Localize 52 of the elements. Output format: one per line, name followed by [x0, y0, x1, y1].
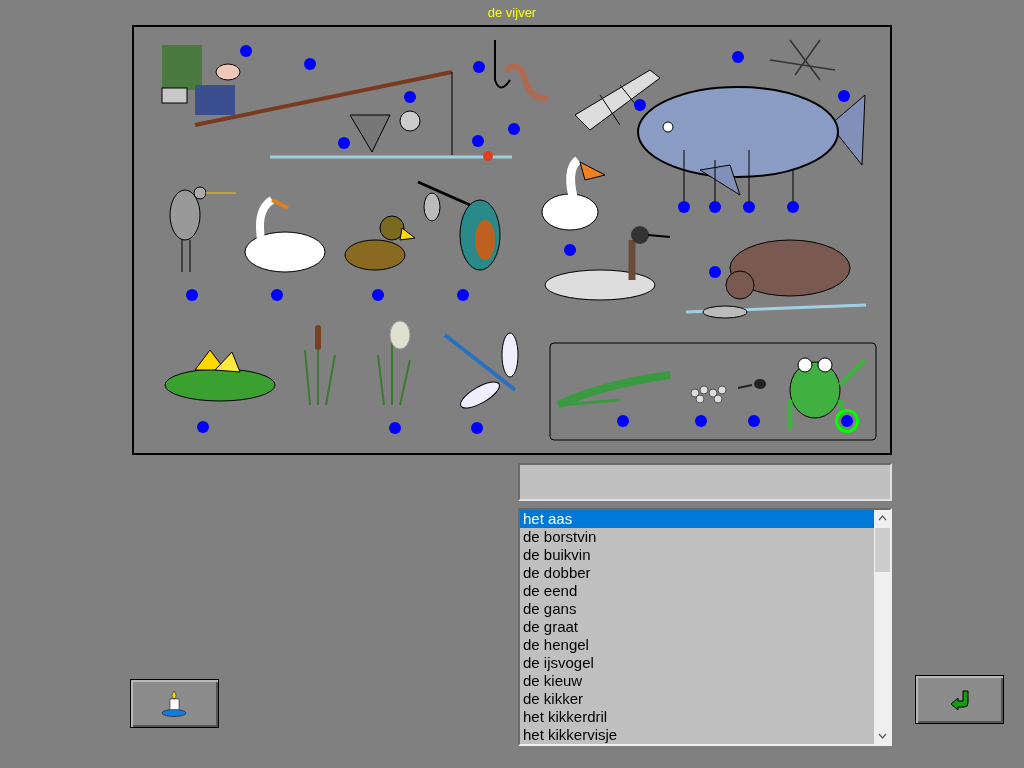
marker-dot[interactable]	[389, 422, 401, 434]
marker-dot[interactable]	[372, 289, 384, 301]
marker-dot[interactable]	[186, 289, 198, 301]
frog-spawn-drawing	[690, 385, 727, 404]
marker-dot[interactable]	[338, 137, 350, 149]
marker-dot[interactable]	[240, 45, 252, 57]
word-list-item[interactable]: de borstvin	[520, 528, 874, 546]
word-list-item[interactable]: de buikvin	[520, 546, 874, 564]
word-list-item[interactable]: de graat	[520, 618, 874, 636]
word-list-item[interactable]: het kikkervisje	[520, 726, 874, 744]
marker-dot[interactable]	[709, 266, 721, 278]
word-list-item[interactable]: de ijsvogel	[520, 654, 874, 672]
marker-dot[interactable]	[634, 99, 646, 111]
water-strider-drawing	[769, 39, 836, 81]
word-list-item[interactable]: het aas	[520, 510, 874, 528]
marker-dot[interactable]	[404, 91, 416, 103]
answer-field[interactable]	[518, 463, 892, 501]
marker-dot[interactable]	[787, 201, 799, 213]
scrollbar[interactable]	[874, 510, 890, 744]
enter-button[interactable]	[915, 675, 1004, 724]
marker-dot[interactable]	[709, 201, 721, 213]
word-list-item[interactable]: de gans	[520, 600, 874, 618]
marker-dot[interactable]	[732, 51, 744, 63]
word-list-item[interactable]: de kikker	[520, 690, 874, 708]
marker-dot[interactable]	[564, 244, 576, 256]
word-list-item[interactable]: de dobber	[520, 564, 874, 582]
marker-dot[interactable]	[473, 61, 485, 73]
marker-dot[interactable]	[695, 415, 707, 427]
marker-dot[interactable]	[472, 135, 484, 147]
marker-dot[interactable]	[304, 58, 316, 70]
tadpole-drawing	[737, 379, 766, 389]
candle-icon	[159, 688, 190, 719]
scrollbar-thumb[interactable]	[874, 528, 890, 572]
word-list-item[interactable]: de kieuw	[520, 672, 874, 690]
marker-dot[interactable]	[457, 289, 469, 301]
duck-drawing	[344, 215, 416, 271]
selected-marker[interactable]	[835, 409, 859, 433]
screen-title: de vijver	[487, 4, 537, 22]
word-list-item[interactable]: de hengel	[520, 636, 874, 654]
marker-dot[interactable]	[197, 421, 209, 433]
return-arrow-icon	[948, 688, 971, 711]
marker-dot[interactable]	[508, 123, 520, 135]
marker-dot[interactable]	[471, 422, 483, 434]
candle-button[interactable]	[130, 679, 219, 728]
marker-dot[interactable]	[743, 201, 755, 213]
marker-dot[interactable]	[271, 289, 283, 301]
marker-dot[interactable]	[617, 415, 629, 427]
word-list-item[interactable]: de eend	[520, 582, 874, 600]
word-list-item[interactable]: het kikkerdril	[520, 708, 874, 726]
marker-dot[interactable]	[748, 415, 760, 427]
marker-dot[interactable]	[678, 201, 690, 213]
marker-dot[interactable]	[838, 90, 850, 102]
